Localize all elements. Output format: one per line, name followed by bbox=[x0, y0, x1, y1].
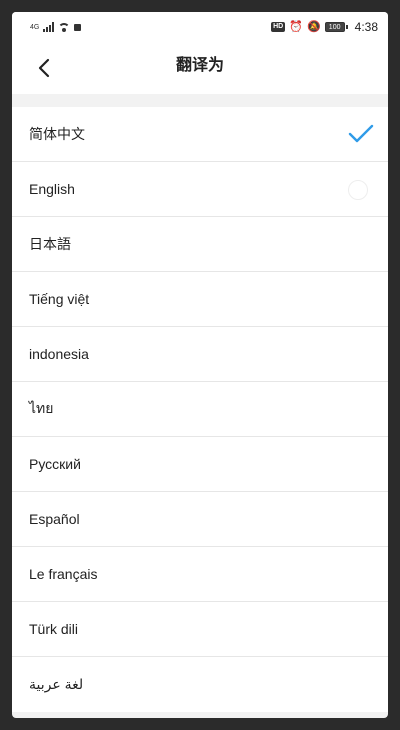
header: 翻译为 bbox=[12, 42, 388, 94]
hd-badge: HD bbox=[271, 22, 286, 32]
language-label: 简体中文 bbox=[29, 126, 85, 142]
language-label: Türk dili bbox=[29, 621, 79, 637]
language-item[interactable]: Русский bbox=[12, 437, 388, 492]
language-item[interactable]: 日本語 bbox=[12, 217, 388, 272]
language-item[interactable]: لغة عربية bbox=[12, 657, 388, 712]
alarm-icon: ⏰ bbox=[289, 20, 303, 33]
language-label: 日本語 bbox=[29, 236, 71, 252]
battery-icon: 100 bbox=[324, 22, 348, 32]
phone-screen: 4G HD ⏰ 🔕 100 4:38 翻译为 简体中文 English 日本語 Tiế… bbox=[12, 12, 388, 718]
language-label: Le français bbox=[29, 566, 98, 582]
checkmark-icon bbox=[348, 124, 374, 143]
language-label: ไทย bbox=[29, 400, 54, 416]
language-item[interactable]: 简体中文 bbox=[12, 107, 388, 162]
language-label: Русский bbox=[29, 456, 81, 472]
language-item[interactable]: Tiếng việt bbox=[12, 272, 388, 327]
language-item[interactable]: indonesia bbox=[12, 327, 388, 382]
page-title: 翻译为 bbox=[175, 57, 224, 74]
status-bar: 4G HD ⏰ 🔕 100 4:38 bbox=[12, 12, 388, 42]
status-time: 4:38 bbox=[354, 20, 378, 34]
battery-level: 100 bbox=[324, 22, 345, 32]
mute-icon: 🔕 bbox=[306, 20, 321, 33]
language-item[interactable]: Español bbox=[12, 492, 388, 547]
notification-icon bbox=[74, 23, 82, 31]
language-label: لغة عربية bbox=[29, 676, 84, 692]
signal-icon bbox=[43, 22, 55, 32]
language-item[interactable]: English bbox=[12, 162, 388, 217]
language-item[interactable]: Türk dili bbox=[12, 602, 388, 657]
language-item[interactable]: ไทย bbox=[12, 382, 388, 437]
network-type-label: 4G bbox=[30, 23, 40, 31]
language-label: English bbox=[29, 181, 75, 197]
language-list: 简体中文 English 日本語 Tiếng việt indonesia ไทย Русс… bbox=[12, 107, 388, 712]
radio-indicator bbox=[348, 180, 368, 200]
wifi-icon bbox=[58, 22, 71, 32]
status-left: 4G bbox=[30, 22, 82, 33]
language-label: Español bbox=[29, 511, 80, 527]
language-label: Tiếng việt bbox=[29, 291, 90, 307]
language-label: indonesia bbox=[29, 346, 89, 362]
status-right: HD ⏰ 🔕 100 4:38 bbox=[271, 20, 378, 34]
language-item[interactable]: Le français bbox=[12, 547, 388, 602]
